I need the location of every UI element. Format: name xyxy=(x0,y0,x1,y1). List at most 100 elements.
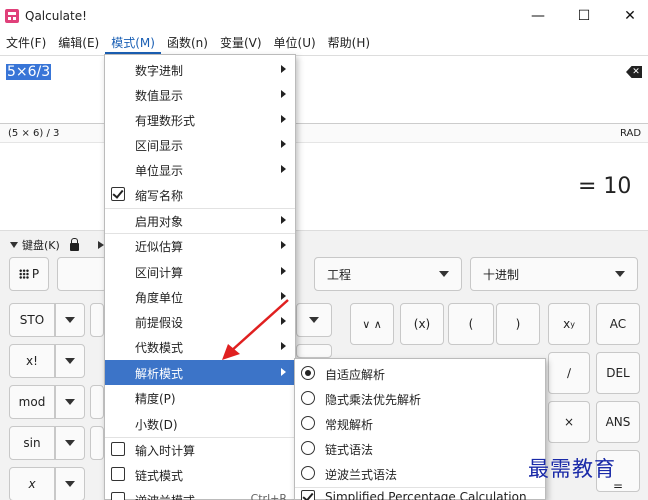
delete-label: DEL xyxy=(606,366,630,380)
checkbox-checked-icon xyxy=(301,490,315,500)
power-label: x xyxy=(563,317,571,331)
chevron-down-icon xyxy=(65,317,75,323)
submenu-item-label: 链式语法 xyxy=(325,443,374,457)
functions-button[interactable]: P xyxy=(9,257,49,291)
menu-item-precision[interactable]: 精度(P) xyxy=(105,385,295,410)
mod-button[interactable]: mod xyxy=(9,385,55,419)
sto-button[interactable]: STO xyxy=(9,303,55,337)
close-paren-button[interactable]: ) xyxy=(496,303,540,345)
multiply-label: × xyxy=(563,415,575,429)
parsed-expression-bar: (5 × 6) / 3 RAD xyxy=(0,123,648,143)
menu-variables[interactable]: 变量(V) xyxy=(214,32,268,54)
number-base-select[interactable]: 十进制 xyxy=(470,257,638,291)
submenu-item-conventional[interactable]: 常规解析 xyxy=(295,411,545,436)
menu-item-interval-display[interactable]: 区间显示 xyxy=(105,132,295,157)
menu-help[interactable]: 帮助(H) xyxy=(322,32,376,54)
divide-button[interactable]: ∕ xyxy=(548,352,590,394)
menu-bar: 文件(F) 编辑(E) 模式(M) 函数(n) 变量(V) 单位(U) 帮助(H… xyxy=(0,32,648,54)
mod-dropdown[interactable] xyxy=(55,385,85,419)
submenu-item-chain-syntax[interactable]: 链式语法 xyxy=(295,436,545,461)
submenu-arrow-icon xyxy=(281,241,286,249)
submenu-item-simplified-percentage[interactable]: Simplified Percentage Calculation xyxy=(295,488,545,500)
maximize-icon: ☐ xyxy=(577,8,591,24)
variable-x-button[interactable]: x xyxy=(9,467,55,500)
close-button[interactable]: ✕ xyxy=(607,0,648,32)
keypad-toggle[interactable]: 键盘(K) xyxy=(10,237,79,253)
menu-item-abbreviated-names[interactable]: 缩写名称 xyxy=(105,182,295,207)
open-paren-button[interactable]: ( xyxy=(448,303,494,345)
all-clear-button[interactable]: AC xyxy=(596,303,640,345)
keypad-button-hidden[interactable] xyxy=(90,426,104,460)
app-icon xyxy=(5,9,19,23)
menu-item-label: 数值显示 xyxy=(135,89,184,103)
menu-item-chain-mode[interactable]: 链式模式 xyxy=(105,462,295,487)
menu-item-enable-objects[interactable]: 启用对象 xyxy=(105,208,295,233)
checkbox-unchecked-icon xyxy=(111,442,125,456)
keypad-button-hidden[interactable] xyxy=(90,303,104,337)
menu-item-unit-display[interactable]: 单位显示 xyxy=(105,157,295,182)
menu-file[interactable]: 文件(F) xyxy=(0,32,52,54)
chevron-down-icon xyxy=(439,271,449,277)
sto-label: STO xyxy=(19,313,45,327)
expression-input[interactable]: 5×6/3 xyxy=(6,64,52,80)
chevron-down-icon xyxy=(65,481,75,487)
menu-item-label: 逆波兰模式 xyxy=(135,492,195,500)
angle-unit-indicator[interactable]: RAD xyxy=(620,128,641,139)
menu-item-rational-form[interactable]: 有理数形式 xyxy=(105,107,295,132)
watermark-logo: 最需教育 xyxy=(528,457,616,481)
power-button[interactable]: xy xyxy=(548,303,590,345)
blank-button[interactable] xyxy=(57,257,107,291)
menu-item-numeric-display[interactable]: 数值显示 xyxy=(105,82,295,107)
parsed-expression: (5 × 6) / 3 xyxy=(8,128,60,139)
factorial-dropdown[interactable] xyxy=(55,344,85,378)
submenu-item-rpn-syntax[interactable]: 逆波兰式语法 xyxy=(295,461,545,486)
minimize-button[interactable]: — xyxy=(515,0,561,32)
menu-item-assumptions[interactable]: 前提假设 xyxy=(105,309,295,334)
submenu-arrow-icon xyxy=(281,115,286,123)
chevron-down-icon xyxy=(65,440,75,446)
factorial-button[interactable]: x! xyxy=(9,344,55,378)
menu-item-label: 前提假设 xyxy=(135,316,184,330)
menu-item-parsing-mode[interactable]: 解析模式 xyxy=(105,360,295,385)
menu-item-interval-calculation[interactable]: 区间计算 xyxy=(105,259,295,284)
keypad-button-hidden[interactable] xyxy=(296,344,332,358)
parentheses-button[interactable]: (x) xyxy=(400,303,444,345)
menu-item-angle-unit[interactable]: 角度单位 xyxy=(105,284,295,309)
sin-dropdown[interactable] xyxy=(55,426,85,460)
answer-button[interactable]: ANS xyxy=(596,401,640,443)
menu-units[interactable]: 单位(U) xyxy=(268,32,322,54)
menu-item-number-base[interactable]: 数字进制 xyxy=(105,57,295,82)
menu-item-rpn-mode[interactable]: 逆波兰模式 Ctrl+R xyxy=(105,487,295,500)
menu-item-calculate-as-you-type[interactable]: 输入时计算 xyxy=(105,437,295,462)
menu-item-label: 单位显示 xyxy=(135,164,184,178)
close-paren-label: ) xyxy=(515,317,521,331)
keypad-dropdown-hidden[interactable] xyxy=(296,303,332,337)
menu-item-approximation[interactable]: 近似估算 xyxy=(105,233,295,258)
menu-item-label: 角度单位 xyxy=(135,291,184,305)
menu-item-label: 区间显示 xyxy=(135,139,184,153)
menu-item-decimals[interactable]: 小数(D) xyxy=(105,411,295,436)
delete-button[interactable]: DEL xyxy=(596,352,640,394)
expression-input-area[interactable]: 5×6/3 ✕ xyxy=(0,55,648,122)
variable-x-dropdown[interactable] xyxy=(55,467,85,500)
sto-dropdown[interactable] xyxy=(55,303,85,337)
multiply-button[interactable]: × xyxy=(548,401,590,443)
submenu-item-adaptive[interactable]: 自适应解析 xyxy=(295,361,545,386)
checkbox-unchecked-icon xyxy=(111,492,125,500)
keypad-button-hidden[interactable] xyxy=(90,385,104,419)
submenu-arrow-icon xyxy=(281,342,286,350)
menu-edit[interactable]: 编辑(E) xyxy=(52,32,105,54)
maximize-button[interactable]: ☐ xyxy=(561,0,607,32)
menu-mode[interactable]: 模式(M) xyxy=(105,32,161,54)
submenu-item-implicit-multiplication-first[interactable]: 隐式乘法优先解析 xyxy=(295,386,545,411)
clear-expression-icon[interactable]: ✕ xyxy=(626,66,642,78)
display-mode-select[interactable]: 工程 xyxy=(314,257,462,291)
menu-item-label: 解析模式 xyxy=(135,367,184,381)
menu-functions[interactable]: 函数(n) xyxy=(161,32,214,54)
history-nav-button[interactable]: ∨ ∧ xyxy=(350,303,394,345)
menu-item-label: 代数模式 xyxy=(135,341,184,355)
menu-item-algebraic-mode[interactable]: 代数模式 xyxy=(105,334,295,359)
submenu-arrow-icon xyxy=(281,267,286,275)
lock-icon[interactable] xyxy=(69,237,79,251)
sin-button[interactable]: sin xyxy=(9,426,55,460)
